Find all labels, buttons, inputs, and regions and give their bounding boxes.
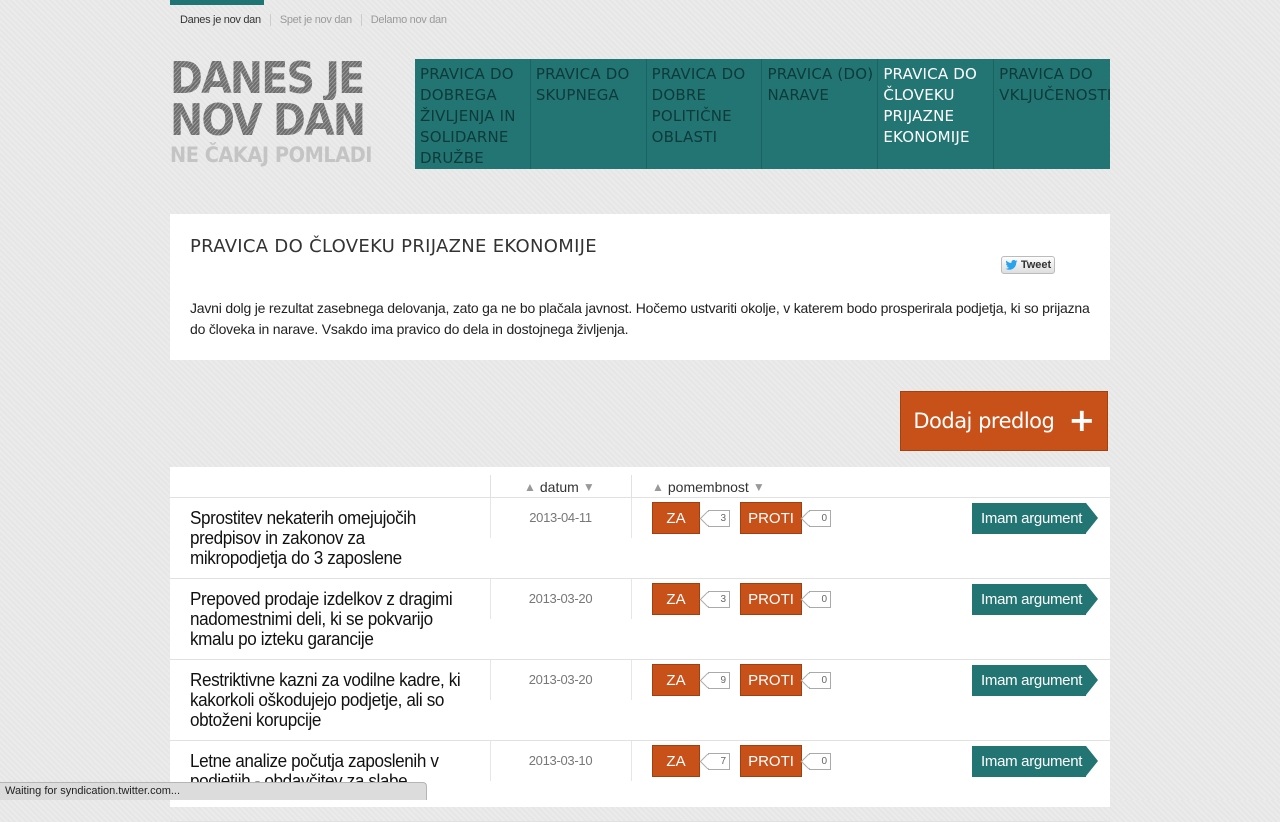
category-narava[interactable]: PRAVICA (DO) NARAVE bbox=[762, 59, 879, 169]
add-proposal-label: Dodaj predlog bbox=[913, 409, 1055, 433]
vote-for-button[interactable]: ZA bbox=[652, 583, 700, 615]
argument-button[interactable]: Imam argument bbox=[972, 503, 1098, 534]
proposal-date: 2013-03-20 bbox=[528, 591, 593, 606]
active-tab-indicator bbox=[170, 0, 264, 5]
tweet-label: Tweet bbox=[1020, 259, 1052, 271]
page-title: PRAVICA DO ČLOVEKU PRIJAZNE EKONOMIJE bbox=[190, 236, 597, 257]
vote-against-button[interactable]: PROTI bbox=[740, 664, 802, 696]
category-skupno[interactable]: PRAVICA DO SKUPNEGA bbox=[531, 59, 647, 169]
vote-for-button[interactable]: ZA bbox=[652, 664, 700, 696]
proposal-date: 2013-03-20 bbox=[528, 672, 593, 687]
topnav-link-danes[interactable]: Danes je nov dan bbox=[180, 14, 261, 26]
topnav-link-spet[interactable]: Spet je nov dan bbox=[280, 14, 352, 26]
vote-against-button[interactable]: PROTI bbox=[740, 502, 802, 534]
browser-status-bar: Waiting for syndication.twitter.com... bbox=[0, 782, 427, 800]
topnav-link-delamo[interactable]: Delamo nov dan bbox=[371, 14, 447, 26]
proposal-title[interactable]: Restriktivne kazni za vodilne kadre, ki … bbox=[190, 670, 466, 730]
table-row: Restriktivne kazni za vodilne kadre, ki … bbox=[170, 660, 1110, 741]
logo-line-2: NOV DAN bbox=[170, 99, 377, 143]
vote-against-button[interactable]: PROTI bbox=[740, 583, 802, 615]
proposal-title[interactable]: Prepoved prodaje izdelkov z dragimi nado… bbox=[190, 589, 466, 649]
table-row: Sprostitev nekaterih omejujočih predpiso… bbox=[170, 498, 1110, 579]
category-description: Javni dolg je rezultat zasebnega delovan… bbox=[190, 300, 1090, 337]
vote-against-button[interactable]: PROTI bbox=[740, 745, 802, 777]
divider bbox=[360, 14, 362, 26]
divider bbox=[269, 14, 271, 26]
category-solidarna-druzba[interactable]: PRAVICA DO DOBREGA ŽIVLJENJA IN SOLIDARN… bbox=[415, 59, 531, 169]
category-ekonomija[interactable]: PRAVICA DO ČLOVEKU PRIJAZNE EKONOMIJE bbox=[878, 59, 995, 169]
proposals-table: ▲ datum ▼ ▲ pomembnost ▼ Sprostitev neka… bbox=[170, 467, 1110, 822]
category-politicna-oblast[interactable]: PRAVICA DO DOBRE POLITIČNE OBLASTI bbox=[647, 59, 763, 169]
sort-desc-icon[interactable]: ▼ bbox=[583, 480, 595, 494]
vote-against-count: 0 bbox=[809, 510, 831, 527]
category-info-panel: PRAVICA DO ČLOVEKU PRIJAZNE EKONOMIJE Tw… bbox=[170, 214, 1110, 360]
divider bbox=[631, 498, 632, 538]
proposal-date: 2013-04-11 bbox=[529, 510, 592, 525]
vote-for-button[interactable]: ZA bbox=[652, 502, 700, 534]
table-header: ▲ datum ▼ ▲ pomembnost ▼ bbox=[170, 467, 1110, 498]
divider bbox=[631, 579, 632, 619]
vote-for-button[interactable]: ZA bbox=[652, 745, 700, 777]
category-nav: PRAVICA DO DOBREGA ŽIVLJENJA IN SOLIDARN… bbox=[415, 59, 1110, 169]
twitter-bird-icon bbox=[1005, 260, 1018, 270]
vote-against-count: 0 bbox=[809, 672, 831, 689]
proposal-date: 2013-03-10 bbox=[528, 753, 593, 768]
category-vkljucenost[interactable]: PRAVICA DO VKLJUČENOSTI bbox=[994, 59, 1110, 169]
argument-button[interactable]: Imam argument bbox=[972, 746, 1098, 777]
vote-for-count: 3 bbox=[708, 591, 730, 608]
column-importance-label: pomembnost bbox=[667, 479, 749, 495]
sort-desc-icon[interactable]: ▼ bbox=[753, 480, 765, 494]
sort-asc-icon[interactable]: ▲ bbox=[524, 480, 536, 494]
divider bbox=[631, 475, 632, 497]
proposal-title[interactable]: Sprostitev nekaterih omejujočih predpiso… bbox=[190, 508, 466, 568]
plus-icon: + bbox=[1068, 401, 1095, 439]
tweet-button[interactable]: Tweet bbox=[1001, 256, 1055, 274]
vote-against-count: 0 bbox=[809, 753, 831, 770]
divider bbox=[631, 741, 632, 781]
vote-against-count: 0 bbox=[809, 591, 831, 608]
vote-for-count: 3 bbox=[708, 510, 730, 527]
column-date-label: datum bbox=[539, 479, 579, 495]
logo-line-1: DANES JE bbox=[170, 57, 377, 101]
argument-button[interactable]: Imam argument bbox=[972, 665, 1098, 696]
table-row: Prepoved prodaje izdelkov z dragimi nado… bbox=[170, 579, 1110, 660]
logo-tagline: NE ČAKAJ POMLADI bbox=[170, 143, 373, 167]
sort-by-date[interactable]: ▲ datum ▼ bbox=[524, 479, 595, 495]
sort-by-importance[interactable]: ▲ pomembnost ▼ bbox=[652, 479, 765, 495]
site-logo[interactable]: DANES JE NOV DAN NE ČAKAJ POMLADI bbox=[170, 57, 400, 168]
vote-for-count: 7 bbox=[708, 753, 730, 770]
divider bbox=[631, 660, 632, 700]
add-proposal-button[interactable]: Dodaj predlog + bbox=[900, 391, 1108, 451]
sort-asc-icon[interactable]: ▲ bbox=[652, 480, 664, 494]
argument-button[interactable]: Imam argument bbox=[972, 584, 1098, 615]
vote-for-count: 9 bbox=[708, 672, 730, 689]
divider bbox=[490, 475, 491, 497]
